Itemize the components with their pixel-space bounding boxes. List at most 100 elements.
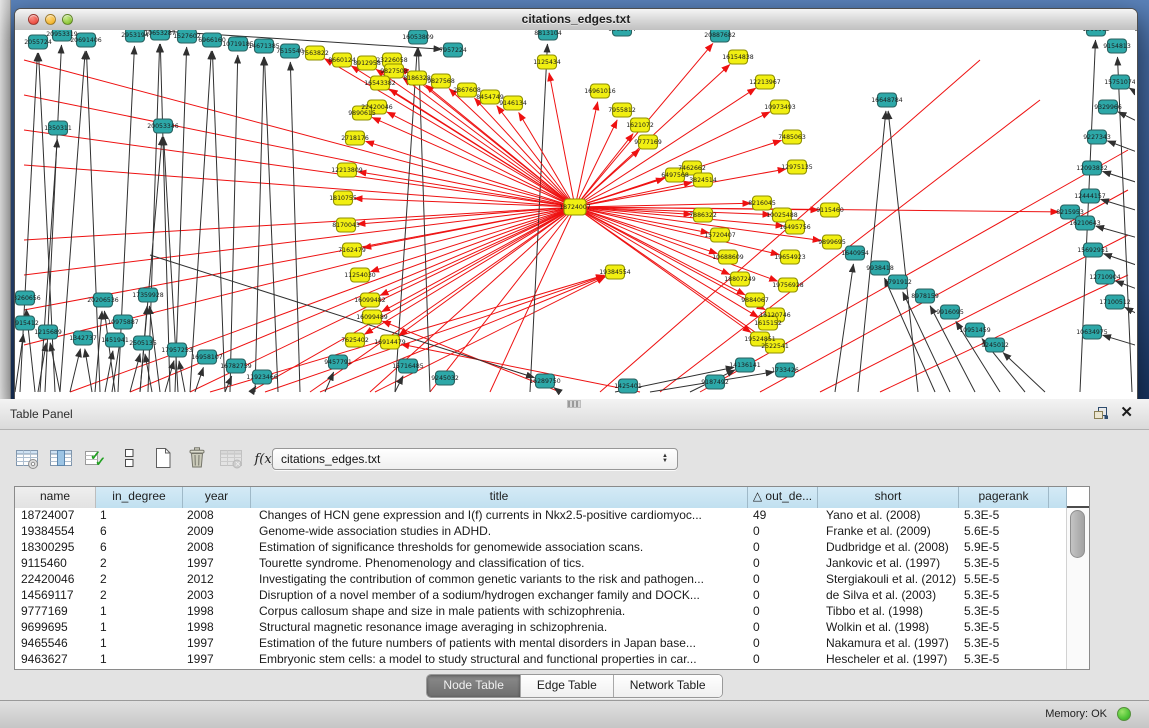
tab-network-table[interactable]: Network Table <box>614 675 722 697</box>
table-cell[interactable]: Dudbridge et al. (2008) <box>818 540 959 556</box>
table-cell[interactable]: 2012 <box>183 572 251 588</box>
table-cell[interactable]: Jankovic et al. (1997) <box>818 556 959 572</box>
table-cell[interactable]: 1998 <box>183 620 251 636</box>
table-cell[interactable]: 2 <box>96 588 183 604</box>
table-cell[interactable]: Disruption of a novel member of a sodium… <box>251 588 748 604</box>
table-cell[interactable]: 9777169 <box>15 604 96 620</box>
table-scrollbar-thumb[interactable] <box>1070 510 1085 558</box>
table-cell[interactable]: 1 <box>96 636 183 652</box>
delete-icon[interactable] <box>184 445 210 471</box>
splitter-handle[interactable] <box>567 400 581 408</box>
table-cell[interactable]: 9115460 <box>15 556 96 572</box>
table-row[interactable]: 969969511998Structural magnetic resonanc… <box>15 620 1089 636</box>
tab-edge-table[interactable]: Edge Table <box>521 675 614 697</box>
table-columns-icon[interactable] <box>48 445 74 471</box>
table-cell[interactable]: 0 <box>748 588 818 604</box>
column-header[interactable]: name <box>15 487 96 508</box>
table-row[interactable]: 1456911722003Disruption of a novel membe… <box>15 588 1089 604</box>
table-cell[interactable]: Hescheler et al. (1997) <box>818 652 959 668</box>
table-cell[interactable]: 0 <box>748 524 818 540</box>
table-cell[interactable]: Estimation of significance thresholds fo… <box>251 540 748 556</box>
table-cell[interactable]: Yano et al. (2008) <box>818 508 959 524</box>
table-cell[interactable]: 1997 <box>183 636 251 652</box>
table-cell[interactable]: 5.3E-5 <box>959 556 1049 572</box>
table-cell[interactable]: 22420046 <box>15 572 96 588</box>
table-row[interactable]: 1938455462009Genome-wide association stu… <box>15 524 1089 540</box>
column-header[interactable]: short <box>818 487 959 508</box>
table-cell[interactable]: Structural magnetic resonance image aver… <box>251 620 748 636</box>
column-header[interactable]: in_degree <box>96 487 183 508</box>
table-cell[interactable]: 2 <box>96 572 183 588</box>
table-row[interactable]: 2242004622012Investigating the contribut… <box>15 572 1089 588</box>
close-panel-icon[interactable]: ✕ <box>1120 403 1133 421</box>
tab-node-table[interactable]: Node Table <box>427 675 521 697</box>
table-cell[interactable]: 0 <box>748 540 818 556</box>
table-cell[interactable]: 5.3E-5 <box>959 620 1049 636</box>
table-row[interactable]: 946554611997Estimation of the future num… <box>15 636 1089 652</box>
table-cell[interactable]: Franke et al. (2009) <box>818 524 959 540</box>
table-cell[interactable]: 0 <box>748 604 818 620</box>
table-cell[interactable]: 5.3E-5 <box>959 636 1049 652</box>
table-cell[interactable]: de Silva et al. (2003) <box>818 588 959 604</box>
table-scrollbar[interactable] <box>1066 508 1089 669</box>
table-cell[interactable]: 9463627 <box>15 652 96 668</box>
rows-icon[interactable] <box>116 445 142 471</box>
new-document-icon[interactable] <box>150 445 176 471</box>
table-cell[interactable]: 0 <box>748 620 818 636</box>
float-panel-icon[interactable] <box>1093 406 1109 421</box>
table-cell[interactable]: Embryonic stem cells: a model to study s… <box>251 652 748 668</box>
table-cell[interactable]: 5.3E-5 <box>959 604 1049 620</box>
table-cell[interactable]: 2003 <box>183 588 251 604</box>
column-header[interactable] <box>1049 487 1067 508</box>
table-cell[interactable]: 5.3E-5 <box>959 588 1049 604</box>
table-row[interactable]: 1872400712008Changes of HCN gene express… <box>15 508 1089 524</box>
table-select-icon[interactable]: ✓✓ <box>82 445 108 471</box>
table-cell[interactable]: 1998 <box>183 604 251 620</box>
table-cell[interactable]: 6 <box>96 524 183 540</box>
table-cell[interactable]: 1 <box>96 620 183 636</box>
table-cell[interactable]: 14569117 <box>15 588 96 604</box>
table-cell[interactable]: 5.6E-5 <box>959 524 1049 540</box>
table-cell[interactable]: 18724007 <box>15 508 96 524</box>
table-cell[interactable]: 5.3E-5 <box>959 652 1049 668</box>
table-cell[interactable]: 5.9E-5 <box>959 540 1049 556</box>
table-cell[interactable]: 1 <box>96 508 183 524</box>
table-cell[interactable]: 1997 <box>183 652 251 668</box>
column-header[interactable]: △ out_de... <box>748 487 818 508</box>
table-cell[interactable]: 9465546 <box>15 636 96 652</box>
table-cell[interactable]: 1 <box>96 604 183 620</box>
table-cell[interactable]: 2008 <box>183 508 251 524</box>
table-cell[interactable]: 1 <box>96 652 183 668</box>
table-cell[interactable]: 2008 <box>183 540 251 556</box>
table-cell[interactable]: Tourette syndrome. Phenomenology and cla… <box>251 556 748 572</box>
table-cell[interactable]: 2 <box>96 556 183 572</box>
table-row[interactable]: 977716911998Corpus callosum shape and si… <box>15 604 1089 620</box>
table-cell[interactable]: 6 <box>96 540 183 556</box>
table-cell[interactable]: Wolkin et al. (1998) <box>818 620 959 636</box>
table-cell[interactable]: Tibbo et al. (1998) <box>818 604 959 620</box>
column-header[interactable]: year <box>183 487 251 508</box>
network-canvas[interactable]: 2055724206914062095331929531941065328715… <box>15 30 1135 399</box>
table-row[interactable]: 946362711997Embryonic stem cells: a mode… <box>15 652 1089 668</box>
table-cell[interactable]: Nakamura et al. (1997) <box>818 636 959 652</box>
column-header[interactable]: pagerank <box>959 487 1049 508</box>
table-select-dropdown[interactable]: citations_edges.txt ▲▼ <box>272 448 678 470</box>
table-cell[interactable]: 18300295 <box>15 540 96 556</box>
table-cell[interactable]: Changes of HCN gene expression and I(f) … <box>251 508 748 524</box>
column-header[interactable]: title <box>251 487 748 508</box>
table-cell[interactable]: Genome-wide association studies in ADHD. <box>251 524 748 540</box>
table-cell[interactable]: Investigating the contribution of common… <box>251 572 748 588</box>
window-titlebar[interactable]: citations_edges.txt <box>15 9 1137 31</box>
table-cell[interactable]: 0 <box>748 636 818 652</box>
table-cell[interactable]: 1997 <box>183 556 251 572</box>
table-cell[interactable]: Corpus callosum shape and size in male p… <box>251 604 748 620</box>
table-row[interactable]: 1830029562008Estimation of significance … <box>15 540 1089 556</box>
table-cell[interactable]: Estimation of the future numbers of pati… <box>251 636 748 652</box>
table-cell[interactable]: 49 <box>748 508 818 524</box>
table-settings-icon[interactable] <box>14 445 40 471</box>
table-cell[interactable]: 5.5E-5 <box>959 572 1049 588</box>
table-cell[interactable]: 9699695 <box>15 620 96 636</box>
table-cell[interactable]: Stergiakouli et al. (2012) <box>818 572 959 588</box>
table-cell[interactable]: 5.3E-5 <box>959 508 1049 524</box>
table-cell[interactable]: 0 <box>748 556 818 572</box>
